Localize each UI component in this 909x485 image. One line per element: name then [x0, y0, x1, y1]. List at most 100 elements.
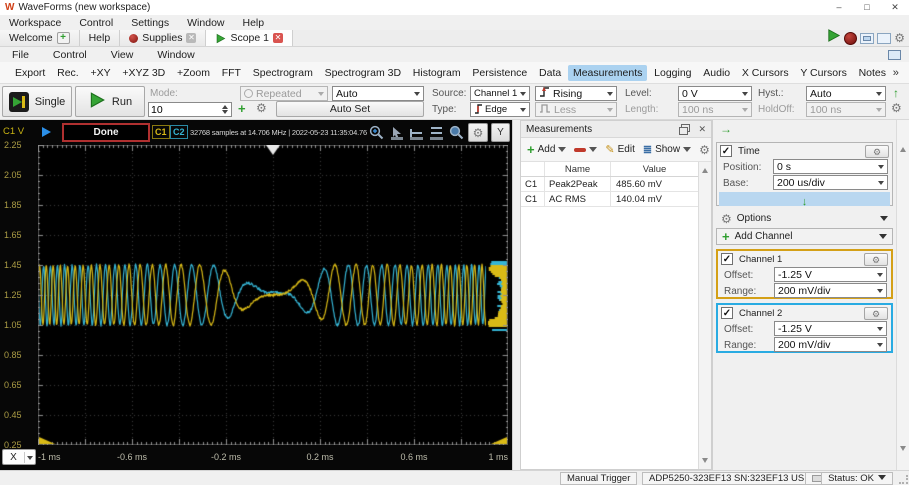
view-tab-spectrogram-3d[interactable]: Spectrogram 3D — [320, 65, 406, 81]
channel1-checkbox[interactable]: ✓ — [721, 253, 733, 265]
vertical-cursor-icon[interactable] — [428, 124, 445, 141]
channel2-checkbox[interactable]: ✓ — [721, 307, 733, 319]
time-base-select[interactable]: 200 us/div — [773, 175, 888, 190]
show-measurements-button[interactable]: ≣Show — [640, 141, 694, 158]
channel1-offset-select[interactable]: -1.25 V — [774, 267, 887, 282]
scroll-up-icon[interactable] — [900, 144, 906, 152]
holdoff-select[interactable]: 100 ns — [806, 102, 886, 117]
channel2-badge[interactable]: C2 — [170, 125, 188, 139]
expand-up-icon[interactable]: ↑ — [893, 86, 899, 100]
close-tab-icon[interactable]: ✕ — [273, 33, 283, 43]
view-tab-x-cursors[interactable]: X Cursors — [737, 65, 794, 81]
panel-splitter[interactable] — [512, 120, 520, 470]
pulse-condition-select[interactable]: Less — [535, 102, 617, 117]
gear-icon[interactable]: ⚙ — [894, 32, 905, 44]
settings-scrollbar[interactable] — [896, 120, 909, 470]
timebase-apply-strip[interactable]: ↓ — [719, 192, 890, 206]
scope-plot-canvas[interactable] — [38, 145, 508, 445]
expand-right-icon[interactable]: → — [720, 122, 732, 136]
add-measurement-button[interactable]: +Add — [524, 140, 569, 159]
view-tab-y-cursors[interactable]: Y Cursors — [795, 65, 852, 81]
scroll-down-icon[interactable] — [900, 446, 906, 454]
hysteresis-select[interactable]: Auto — [806, 86, 886, 101]
time-gear-button[interactable]: ⚙ — [865, 145, 889, 158]
channel2-range-select[interactable]: 200 mV/div — [774, 337, 887, 352]
measurement-row[interactable]: C1AC RMS140.04 mV — [521, 192, 698, 207]
trigger-length-select[interactable]: 100 ns — [678, 102, 752, 117]
close-button[interactable]: ✕ — [881, 2, 909, 13]
tab-welcome[interactable]: Welcome+ — [0, 30, 80, 46]
measurements-scrollbar[interactable] — [698, 162, 711, 469]
menu-item-file[interactable]: File — [0, 49, 41, 61]
mode-select[interactable]: Repeated — [240, 86, 328, 101]
view-tab-xy[interactable]: +XY — [85, 65, 115, 81]
trigger-gear-icon[interactable]: ⚙ — [891, 102, 902, 114]
resize-grip[interactable] — [899, 475, 908, 484]
close-tab-icon[interactable]: ✕ — [186, 33, 196, 43]
add-acquisition-icon[interactable]: + — [238, 101, 246, 116]
channel2-offset-select[interactable]: -1.25 V — [774, 321, 887, 336]
dock-window-icon[interactable] — [888, 50, 901, 60]
view-tab-persistence[interactable]: Persistence — [467, 65, 532, 81]
channel1-badge[interactable]: C1 — [152, 125, 170, 139]
view-tab-data[interactable]: Data — [534, 65, 566, 81]
buffer-count-stepper[interactable]: 10 — [148, 102, 232, 117]
float-panel-icon[interactable] — [681, 124, 690, 132]
zoom-search-icon[interactable] — [448, 124, 465, 141]
single-button[interactable]: Single — [2, 86, 72, 117]
view-tab-zoom[interactable]: +Zoom — [172, 65, 215, 81]
toolbar-overflow-button[interactable]: » — [893, 67, 899, 79]
x-axis-button[interactable]: X — [2, 449, 36, 465]
scroll-up-icon[interactable] — [702, 165, 708, 173]
tab-help[interactable]: Help — [80, 30, 121, 46]
view-tab-export[interactable]: Export — [10, 65, 50, 81]
view-tab-rec[interactable]: Rec. — [52, 65, 84, 81]
scroll-down-icon[interactable] — [702, 458, 708, 466]
edit-measurement-button[interactable]: ✎Edit — [602, 141, 637, 158]
trigger-mode-select[interactable]: Auto — [332, 86, 424, 101]
zoom-in-icon[interactable] — [368, 124, 385, 141]
trigger-source-select[interactable]: Channel 1 — [470, 86, 530, 101]
view-tab-fft[interactable]: FFT — [217, 65, 246, 81]
stepper-arrows-icon[interactable] — [222, 102, 229, 117]
close-panel-icon[interactable]: ✕ — [698, 124, 706, 135]
remove-measurement-button[interactable] — [571, 141, 600, 158]
run-button[interactable]: Run — [75, 86, 145, 117]
tile-windows-icon[interactable] — [877, 33, 891, 44]
channel1-gear-button[interactable]: ⚙ — [864, 253, 888, 266]
options-row[interactable]: ⚙ Options — [716, 210, 893, 227]
menu-item-window[interactable]: Window — [145, 49, 206, 61]
manual-trigger-button[interactable]: Manual Trigger — [560, 472, 637, 485]
minimize-button[interactable]: – — [825, 2, 853, 13]
run-all-icon[interactable] — [826, 28, 841, 48]
trigger-type-select[interactable]: Edge — [470, 102, 530, 117]
menu-item-window[interactable]: Window — [178, 17, 233, 29]
trigger-level-arrow-icon[interactable] — [42, 127, 51, 137]
channel1-range-select[interactable]: 200 mV/div — [774, 283, 887, 298]
menu-item-help[interactable]: Help — [234, 17, 274, 29]
time-checkbox[interactable]: ✓ — [720, 145, 732, 157]
add-instrument-icon[interactable]: + — [57, 32, 70, 44]
status-select[interactable]: Status: OK — [821, 472, 893, 485]
channel2-gear-button[interactable]: ⚙ — [864, 307, 888, 320]
measurement-row[interactable]: C1Peak2Peak485.60 mV — [521, 177, 698, 192]
auto-set-button[interactable]: Auto Set — [276, 101, 424, 117]
tab-scope-1[interactable]: Scope 1✕ — [206, 30, 293, 46]
time-position-select[interactable]: 0 s — [773, 159, 888, 174]
trigger-condition-select[interactable]: Rising — [535, 86, 617, 101]
view-tab-measurements[interactable]: Measurements — [568, 65, 647, 81]
acquisition-gear-icon[interactable]: ⚙ — [256, 102, 267, 114]
menu-item-settings[interactable]: Settings — [122, 17, 178, 29]
menu-item-view[interactable]: View — [99, 49, 146, 61]
tab-supplies[interactable]: Supplies✕ — [120, 30, 206, 46]
trigger-level-select[interactable]: 0 V — [678, 86, 752, 101]
cascade-windows-icon[interactable] — [860, 33, 874, 44]
menu-item-workspace[interactable]: Workspace — [0, 17, 70, 29]
plot-gear-button[interactable]: ⚙ — [468, 123, 488, 142]
menu-item-control[interactable]: Control — [70, 17, 122, 29]
view-tab-xyz-3d[interactable]: +XYZ 3D — [117, 65, 170, 81]
view-tab-spectrogram[interactable]: Spectrogram — [248, 65, 318, 81]
horizontal-cursor-icon[interactable] — [408, 124, 425, 141]
view-tab-histogram[interactable]: Histogram — [408, 65, 466, 81]
stop-all-icon[interactable] — [844, 32, 857, 45]
